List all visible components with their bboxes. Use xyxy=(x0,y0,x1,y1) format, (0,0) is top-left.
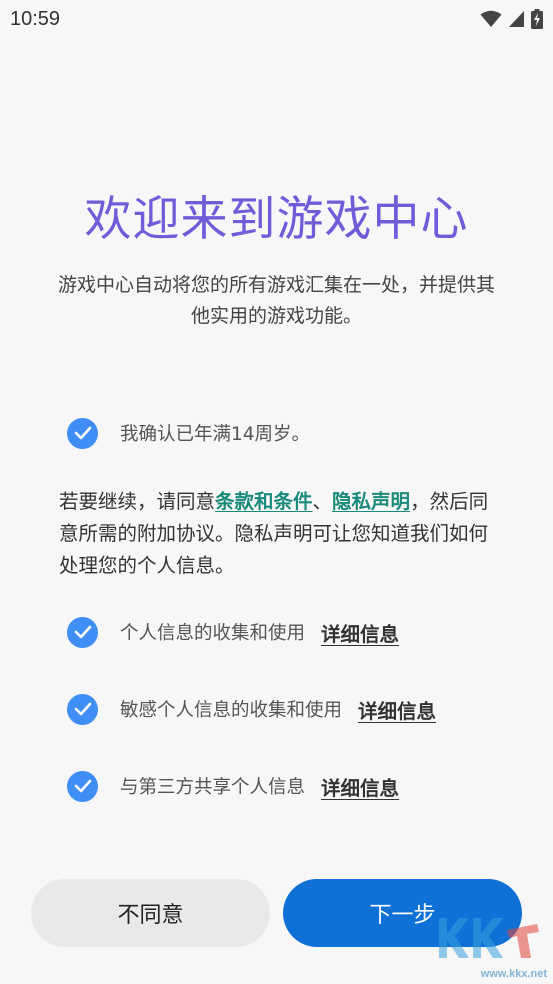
disagree-button[interactable]: 不同意 xyxy=(31,879,270,947)
detail-link[interactable]: 详细信息 xyxy=(321,772,399,801)
status-bar: 10:59 xyxy=(0,0,553,40)
watermark-text: www.kkx.net xyxy=(480,968,547,980)
detail-link[interactable]: 详细信息 xyxy=(358,695,436,724)
watermark: www.kkx.net xyxy=(427,910,547,980)
page-subtitle: 游戏中心自动将您的所有游戏汇集在一处，并提供其他实用的游戏功能。 xyxy=(57,274,495,327)
status-icons xyxy=(480,8,543,30)
watermark-logo-icon xyxy=(439,918,539,958)
consent-paragraph: 若要继续，请同意条款和条件、隐私声明，然后同意所需的附加协议。隐私声明可让您知道… xyxy=(59,486,499,582)
page-title: 欢迎来到游戏中心 xyxy=(84,192,469,247)
battery-charging-icon xyxy=(531,9,543,29)
onboarding-screen: 10:59 欢迎来到游戏中心 游戏中心自动将您的所有游戏汇集在一处，并提供其他实… xyxy=(0,0,553,984)
age-confirm-checkbox-row[interactable]: 我确认已年满14周岁。 xyxy=(67,416,310,450)
check-circle-icon[interactable] xyxy=(67,770,98,802)
status-time: 10:59 xyxy=(10,8,61,30)
agreement-row-third-party[interactable]: 与第三方共享个人信息 详细信息 xyxy=(67,769,399,803)
consent-prefix: 若要继续，请同意 xyxy=(59,490,216,513)
agreement-label: 敏感个人信息的收集和使用 xyxy=(120,700,343,721)
agreement-label: 个人信息的收集和使用 xyxy=(120,623,306,644)
check-circle-icon[interactable] xyxy=(67,616,98,648)
terms-link[interactable]: 条款和条件 xyxy=(215,490,313,513)
privacy-link[interactable]: 隐私声明 xyxy=(332,490,410,513)
check-circle-icon[interactable] xyxy=(67,693,98,725)
agreement-row-personal-info[interactable]: 个人信息的收集和使用 详细信息 xyxy=(67,615,399,649)
wifi-icon xyxy=(480,10,502,27)
check-circle-icon[interactable] xyxy=(67,417,98,449)
detail-link[interactable]: 详细信息 xyxy=(321,618,399,647)
cellular-signal-icon xyxy=(509,11,524,27)
consent-separator: 、 xyxy=(312,490,333,513)
agreement-row-sensitive-info[interactable]: 敏感个人信息的收集和使用 详细信息 xyxy=(67,692,436,726)
age-confirm-label: 我确认已年满14周岁。 xyxy=(120,424,311,445)
agreement-label: 与第三方共享个人信息 xyxy=(120,777,306,798)
